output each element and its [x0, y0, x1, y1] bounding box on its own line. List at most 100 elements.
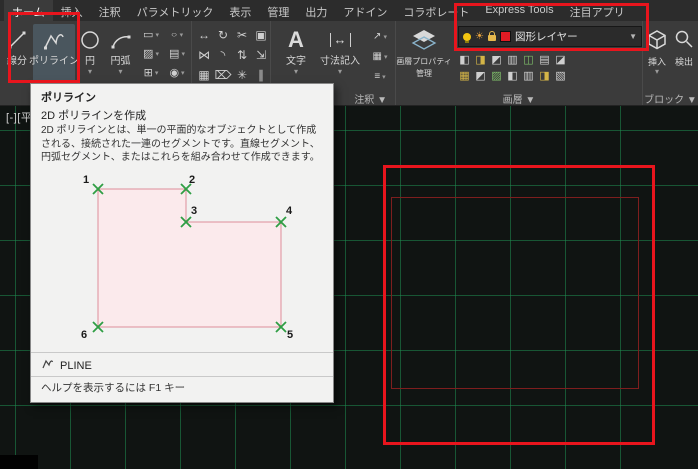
- mirror-button[interactable]: ⋈: [195, 46, 213, 65]
- chevron-down-icon: ▾: [383, 54, 388, 61]
- line-button[interactable]: 線分: [2, 24, 32, 98]
- hatch-tool-button[interactable]: ▨ ▾: [138, 44, 164, 63]
- cad-rectangle[interactable]: [391, 197, 639, 389]
- point-icon: ◉: [169, 66, 180, 79]
- layer-tool-5[interactable]: ◫: [522, 50, 535, 66]
- move-icon: ↔: [198, 28, 210, 42]
- line-icon: [5, 24, 29, 56]
- point-tool-button[interactable]: ◉ ▾: [164, 63, 190, 82]
- chevron-down-icon: ▾: [337, 67, 342, 76]
- gradient-tool-button[interactable]: ▤ ▾: [164, 44, 190, 63]
- layer-dropdown[interactable]: ☀ 図形レイヤー ▼: [458, 26, 642, 47]
- layer-color-swatch[interactable]: [499, 31, 511, 42]
- annotation-extra-tools: ↗ ▾ ▦ ▾ ≡ ▾: [367, 27, 393, 87]
- layer-tool-2[interactable]: ◨: [474, 50, 487, 66]
- insert-button[interactable]: 挿入 ▾: [644, 24, 670, 98]
- layer-properties-label-line2: 管理: [416, 69, 432, 78]
- chevron-down-icon: ▾: [181, 69, 185, 77]
- command-name: PLINE: [60, 360, 92, 372]
- layer-on-bulb-icon[interactable]: [463, 32, 471, 43]
- layer-tool-1[interactable]: ◧: [458, 50, 471, 66]
- tab-addins[interactable]: アドイン: [335, 0, 395, 21]
- chevron-down-icon: ▾: [87, 67, 92, 76]
- layer-tool-9-icon: ◩: [475, 70, 486, 82]
- rectangle-tool-button[interactable]: ▭ ▾: [138, 25, 164, 44]
- layer-tool-12[interactable]: ▥: [522, 66, 535, 82]
- copy-icon: ▣: [255, 28, 267, 42]
- layer-tool-12-icon: ▥: [523, 70, 534, 82]
- tab-parametric[interactable]: パラメトリック: [129, 0, 222, 21]
- hatch-icon: ▨: [143, 47, 154, 60]
- layer-tool-10[interactable]: ▨: [490, 66, 503, 82]
- tab-featured-apps[interactable]: 注目アプリ: [562, 0, 633, 21]
- move-button[interactable]: ↔: [195, 26, 213, 45]
- chevron-down-icon: ▾: [654, 67, 659, 76]
- erase-icon: ⌦: [214, 68, 232, 82]
- block-panel-label[interactable]: ブロック ▼: [643, 91, 698, 106]
- table-tool-button[interactable]: ▦ ▾: [367, 47, 393, 67]
- dropdown-arrow-icon[interactable]: ▼: [629, 32, 637, 41]
- array-icon: ▦: [198, 68, 210, 82]
- ribbon-tab-bar: ホーム 挿入 注釈 パラメトリック 表示 管理 出力 アドイン コラボレート E…: [0, 0, 698, 21]
- layer-tool-7[interactable]: ◪: [554, 50, 567, 66]
- layer-tool-4[interactable]: ▥: [506, 50, 519, 66]
- tab-annotate[interactable]: 注釈: [91, 0, 129, 21]
- polyline-button-label: ポリライン: [29, 56, 79, 67]
- fillet-button[interactable]: ◝: [214, 46, 232, 65]
- detect-button[interactable]: 検出: [671, 24, 697, 98]
- layer-properties-label-line1: 画層プロパティ: [396, 57, 452, 66]
- layer-tool-9[interactable]: ◩: [474, 66, 487, 82]
- stretch-button[interactable]: ⇅: [233, 46, 251, 65]
- layer-properties-button[interactable]: 画層プロパティ 管理: [396, 24, 452, 98]
- command-row: PLINE: [41, 357, 92, 375]
- chevron-down-icon: ▾: [154, 69, 159, 77]
- rotate-button[interactable]: ↻: [214, 26, 232, 45]
- chevron-down-icon: ▾: [179, 31, 184, 39]
- layer-tool-4-icon: ▥: [507, 54, 518, 66]
- fillet-icon: ◝: [220, 48, 226, 62]
- detect-button-label: 検出: [674, 57, 693, 67]
- tab-output[interactable]: 出力: [297, 0, 335, 21]
- tab-express-tools[interactable]: Express Tools: [477, 0, 561, 21]
- layer-lock-icon[interactable]: [487, 31, 496, 41]
- layer-panel-label[interactable]: 画層 ▼: [396, 91, 642, 106]
- layer-tool-14[interactable]: ▧: [554, 66, 567, 82]
- layer-tools-row-2: ▦ ◩ ▨ ◧ ▥ ◨ ▧: [458, 66, 567, 82]
- status-corner: [0, 455, 38, 469]
- tab-insert[interactable]: 挿入: [53, 0, 91, 21]
- trim-button[interactable]: ✂: [233, 26, 251, 45]
- line-button-label: 線分: [7, 56, 27, 67]
- layer-tool-3[interactable]: ◩: [490, 50, 503, 66]
- vertex-label-3: 3: [191, 205, 198, 217]
- magnifier-icon: [673, 24, 695, 56]
- layer-tool-6[interactable]: ▤: [538, 50, 551, 66]
- layer-freeze-sun-icon[interactable]: ☀: [475, 31, 484, 42]
- explode-icon: ✳: [236, 68, 248, 82]
- text-style-tool-button[interactable]: ≡ ▾: [367, 67, 393, 87]
- layer-tool-13-icon: ◨: [539, 70, 550, 82]
- mirror-icon: ⋈: [198, 48, 210, 62]
- ellipse-tool-button[interactable]: ○ ▾: [164, 25, 190, 44]
- layer-tool-5-icon: ◫: [523, 54, 534, 66]
- boundary-tool-button[interactable]: ⊞ ▾: [138, 63, 164, 82]
- tab-collaborate[interactable]: コラボレート: [395, 0, 477, 21]
- ellipse-icon: ○: [170, 30, 178, 39]
- layer-tool-11[interactable]: ◧: [506, 66, 519, 82]
- tab-view[interactable]: 表示: [221, 0, 259, 21]
- scale-button[interactable]: ⇲: [252, 46, 270, 65]
- tab-manage[interactable]: 管理: [259, 0, 297, 21]
- layer-tool-6-icon: ▤: [539, 54, 550, 66]
- offset-icon: ∥: [258, 68, 264, 82]
- copy-button[interactable]: ▣: [252, 26, 270, 45]
- layer-tool-13[interactable]: ◨: [538, 66, 551, 82]
- layer-tool-2-icon: ◨: [475, 54, 486, 66]
- layer-tool-8[interactable]: ▦: [458, 66, 471, 82]
- layer-tool-11-icon: ◧: [507, 70, 518, 82]
- table-icon: ▦: [372, 51, 382, 62]
- layer-tool-14-icon: ▧: [555, 70, 566, 82]
- tooltip-description: 2D ポリラインとは、単一の平面的なオブジェクトとして作成される、接続された一連…: [41, 125, 320, 163]
- text-icon: A: [288, 27, 304, 52]
- tooltip-subtitle: 2D ポリラインを作成: [41, 110, 147, 122]
- tab-home[interactable]: ホーム: [4, 0, 53, 21]
- leader-tool-button[interactable]: ↗ ▾: [367, 27, 393, 47]
